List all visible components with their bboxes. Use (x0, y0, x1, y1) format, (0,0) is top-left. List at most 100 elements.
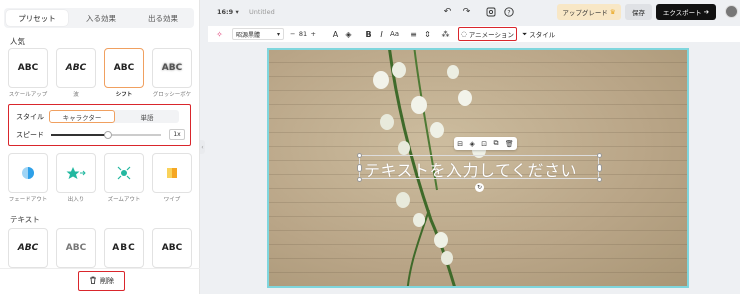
text-preset[interactable]: ABC (152, 228, 192, 268)
animation-tabs: プリセット 入る効果 出る効果 (4, 8, 194, 28)
chevron-down-icon: ▾ (235, 8, 239, 16)
collapse-panel-handle[interactable]: ‹ (200, 140, 205, 154)
crown-icon: ♛ (609, 8, 616, 16)
preset-wave[interactable]: ABC 波 (56, 48, 96, 98)
avatar[interactable] (725, 5, 738, 18)
popular-presets: ABC スケールアップ ABC 波 ABC シフト ABC グロッシーボケ (8, 48, 192, 98)
effect-presets: フェードアウト 出入り ズームアウト ワイプ (8, 153, 192, 203)
preset-label: スケールアップ (8, 92, 48, 98)
align-icon[interactable]: ≡ (408, 28, 419, 40)
speed-slider-fill (51, 134, 109, 136)
svg-text:?: ? (507, 9, 510, 16)
style-option-word[interactable]: 単語 (115, 110, 179, 123)
document-title[interactable]: Untitled (249, 8, 275, 16)
text-preset-preview: ABC (56, 228, 96, 268)
resize-handle[interactable] (357, 153, 362, 158)
undo-icon[interactable]: ↶ (442, 6, 453, 17)
preset-label: グロッシーボケ (152, 92, 192, 98)
resize-handle[interactable] (357, 164, 362, 172)
resize-handle[interactable] (597, 177, 602, 182)
help-icon[interactable]: ? (503, 6, 514, 17)
save-button[interactable]: 保存 (625, 4, 652, 20)
tab-enter-effect[interactable]: 入る効果 (70, 8, 132, 28)
ai-magic-icon[interactable]: ✧ (214, 28, 225, 40)
resize-handle[interactable] (357, 177, 362, 182)
funnel-icon: ⏷ (522, 29, 528, 38)
resize-handle[interactable] (597, 164, 602, 172)
wipe-icon (152, 153, 192, 193)
resize-handle[interactable] (597, 153, 602, 158)
align-element-icon[interactable]: ⊟ (457, 140, 463, 148)
effect-wipe[interactable]: ワイプ (152, 153, 192, 203)
preset-preview: ABC (56, 48, 96, 88)
aspect-ratio-select[interactable]: 16:9 ▾ (217, 8, 239, 16)
redo-icon[interactable]: ↷ (461, 6, 472, 17)
effects-icon[interactable]: ⁂ (440, 28, 451, 40)
design-canvas[interactable]: ⊟ ◈ ⊡ ⧉ 🗑 テキストを入力してください ↻ (267, 48, 689, 288)
preset-preview: ABC (8, 48, 48, 88)
speed-slider[interactable] (51, 131, 161, 139)
increase-size-icon[interactable]: + (311, 30, 316, 38)
decrease-size-icon[interactable]: − (290, 30, 295, 38)
effect-fade-out[interactable]: フェードアウト (8, 153, 48, 203)
duplicate-icon[interactable]: ⧉ (494, 139, 499, 148)
spacing-icon[interactable]: ⇕ (422, 28, 433, 40)
speed-slider-knob[interactable] (104, 131, 113, 139)
arrow-right-icon: ➔ (703, 8, 710, 16)
preset-preview: ABC (152, 48, 192, 88)
trash-icon[interactable]: 🗑 (505, 140, 514, 148)
font-size-value[interactable]: 81 (299, 30, 307, 38)
text-preset[interactable]: ABC (8, 228, 48, 268)
effect-label: ズームアウト (107, 197, 141, 203)
export-button[interactable]: エクスポート ➔ (656, 4, 716, 20)
zoom-out-icon (104, 153, 144, 193)
chevron-down-icon: ▾ (276, 30, 280, 38)
divider (0, 268, 200, 269)
speed-value[interactable]: 1x (169, 129, 185, 140)
canvas-text[interactable]: テキストを入力してください (364, 157, 577, 181)
delete-button[interactable]: 削除 (78, 271, 125, 291)
upgrade-button[interactable]: アップグレード ♛ (557, 4, 621, 20)
text-preset[interactable]: ABC (104, 228, 144, 268)
layers-icon[interactable]: ◈ (469, 140, 474, 148)
style-option-character[interactable]: キャラクター (49, 110, 115, 123)
preset-scale-up[interactable]: ABC スケールアップ (8, 48, 48, 98)
preset-glossy-bokeh[interactable]: ABC グロッシーボケ (152, 48, 192, 98)
style-button[interactable]: ⏷ スタイル (522, 27, 562, 41)
text-preset-preview: ABC (104, 228, 144, 268)
highlight-icon[interactable]: ◈ (343, 28, 354, 40)
preset-label: 波 (73, 92, 79, 98)
chevron-left-icon: ‹ (201, 143, 204, 151)
text-case-icon[interactable]: Aa (389, 28, 400, 40)
popular-section-title: 人気 (10, 37, 25, 46)
element-action-bar: ⊟ ◈ ⊡ ⧉ 🗑 (454, 137, 517, 150)
delete-label: 削除 (100, 277, 114, 285)
effect-label: ワイプ (163, 197, 181, 203)
text-color-icon[interactable]: A (330, 28, 341, 40)
font-family-select[interactable]: 昭源黒體 ▾ (232, 28, 284, 40)
effect-zoom-out[interactable]: ズームアウト (104, 153, 144, 203)
preset-shift[interactable]: ABC シフト (104, 48, 144, 98)
text-preset-preview: ABC (152, 228, 192, 268)
style-label: スタイル (16, 113, 44, 121)
bold-icon[interactable]: B (363, 28, 374, 40)
screenshot-icon[interactable] (485, 6, 496, 17)
tab-preset[interactable]: プリセット (6, 10, 68, 26)
font-size-stepper[interactable]: − 81 + (288, 28, 318, 40)
left-panel: プリセット 入る効果 出る効果 人気 ABC スケールアップ ABC 波 ABC… (0, 0, 200, 294)
tab-exit-effect[interactable]: 出る効果 (132, 8, 194, 28)
lock-icon[interactable]: ⊡ (481, 140, 487, 148)
text-preset[interactable]: ABC (56, 228, 96, 268)
top-bar: 16:9 ▾ Untitled ↶ ↷ ? アップグレード ♛ 保存 エクスポート… (205, 0, 740, 24)
preset-label: シフト (115, 92, 133, 98)
animation-settings: スタイル キャラクター 単語 スピード 1x (8, 104, 191, 146)
fade-out-icon (8, 153, 48, 193)
rotate-handle-icon[interactable]: ↻ (475, 183, 484, 192)
effect-in-out[interactable]: 出入り (56, 153, 96, 203)
speed-label: スピード (16, 131, 44, 139)
italic-icon[interactable]: I (376, 28, 387, 40)
trash-icon (89, 276, 97, 286)
text-section-title: テキスト (10, 215, 40, 224)
text-presets: ABC ABC ABC ABC (8, 228, 192, 268)
animation-button[interactable]: ◌ アニメーション (458, 27, 517, 41)
